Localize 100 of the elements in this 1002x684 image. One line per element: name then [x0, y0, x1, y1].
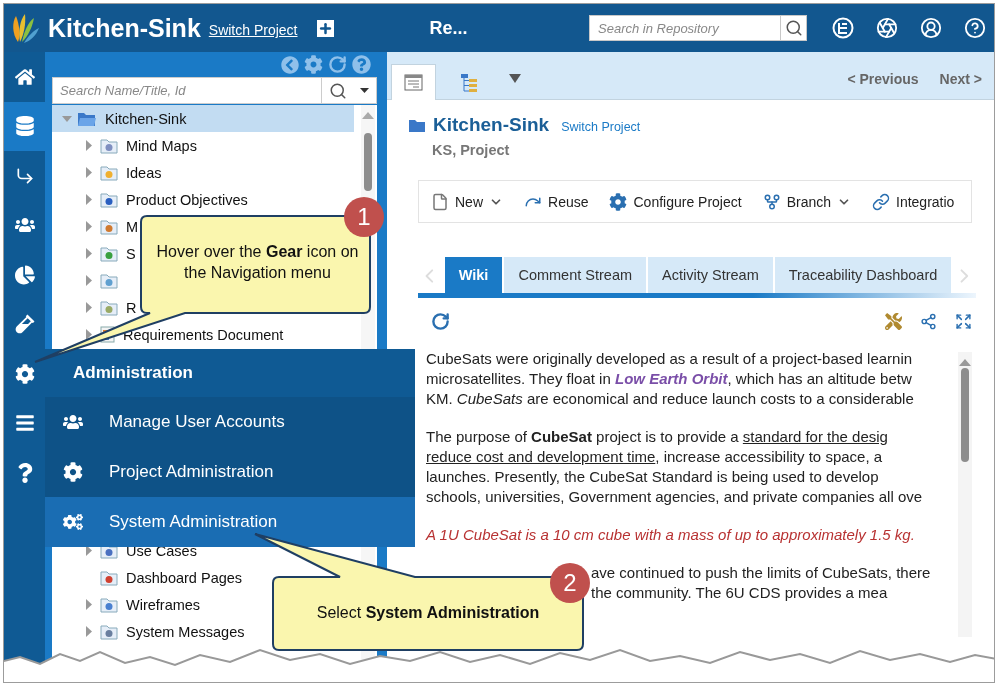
folder-icon — [100, 299, 118, 316]
folder-icon — [100, 191, 118, 208]
tree-item[interactable]: R — [52, 294, 140, 321]
tree-item[interactable]: Wireframes — [52, 591, 204, 618]
branch-icon — [762, 192, 781, 211]
tree-item[interactable]: Kitchen-Sink — [52, 105, 354, 132]
users-icon — [63, 412, 83, 432]
view-tab[interactable] — [391, 64, 436, 100]
project-title: Kitchen-Sink — [433, 114, 550, 136]
wiki-text: ave continued to push the limits of CubeSats, there — [591, 563, 931, 583]
tree-item[interactable]: S — [52, 240, 139, 267]
home-icon — [14, 66, 35, 87]
aperture-icon[interactable] — [876, 17, 898, 39]
folder-icon — [100, 623, 118, 640]
help-icon[interactable] — [964, 17, 986, 39]
wiki-text: schools, universities, Government agencies, and private companies all ove — [426, 487, 923, 507]
callout-text: Hover over the Gear icon on the Navigation menu — [155, 242, 360, 283]
folder-icon — [100, 218, 118, 235]
wiki-text: the community. The 6U CDS provides a mea — [591, 583, 888, 603]
tree-item-label: S — [126, 245, 136, 262]
tree-item[interactable]: System Messages — [52, 618, 248, 645]
tab[interactable]: Comment Stream — [504, 257, 647, 293]
hierarchy-icon[interactable] — [832, 17, 854, 39]
gears-icon — [63, 512, 83, 532]
refresh-icon[interactable] — [431, 312, 450, 331]
link-icon — [872, 192, 890, 211]
refresh-icon[interactable] — [328, 55, 347, 74]
menu-item[interactable]: System Administration — [45, 497, 415, 547]
scroll-up-icon[interactable] — [959, 358, 971, 366]
share-icon[interactable] — [920, 313, 937, 330]
wiki-text: The purpose of CubeSat project is to provide a standard for the desig — [426, 427, 888, 447]
tree-item[interactable]: Product Objectives — [52, 186, 251, 213]
folder-icon — [100, 569, 118, 586]
tree-item-label: Mind Maps — [126, 137, 197, 154]
toolbar-button[interactable]: Reuse — [524, 192, 589, 211]
scrollbar-thumb[interactable] — [364, 133, 372, 191]
toolbar-button[interactable]: Configure Project — [609, 192, 742, 211]
toolbar-button[interactable]: Integratio — [872, 192, 955, 211]
file-icon — [431, 192, 449, 211]
folder-icon — [100, 596, 118, 613]
collapse-icon[interactable] — [281, 55, 299, 74]
tab[interactable]: Activity Stream — [648, 257, 773, 293]
wiki-text: KM. CubeSats are economical and reduce launch costs to a considerable — [426, 389, 914, 409]
switch-project-link[interactable]: Switch Project — [561, 119, 641, 134]
tools-icon[interactable] — [885, 313, 902, 330]
callout-text: Select System Administration — [315, 603, 541, 623]
tree-item-label: Ideas — [126, 164, 162, 181]
tree-item[interactable]: Dashboard Pages — [52, 564, 246, 591]
previous-link[interactable]: < Previous — [847, 71, 919, 87]
folder-icon — [100, 164, 118, 181]
settings-icon — [14, 363, 35, 384]
dropdown-caret-icon[interactable] — [509, 74, 521, 83]
search-field[interactable]: Search in Repository — [589, 15, 807, 41]
scroll-up-icon[interactable] — [362, 111, 374, 119]
switch-project-link[interactable]: Switch Project — [208, 22, 298, 38]
test-tube-icon — [14, 314, 35, 335]
logo-icon — [10, 12, 40, 44]
expand-caret-icon[interactable] — [85, 545, 93, 556]
tree-item-label: R — [126, 299, 137, 316]
toolbar-button[interactable]: Branch — [762, 192, 851, 211]
pie-chart-icon — [14, 264, 35, 285]
menu-item[interactable]: Manage User Accounts — [45, 397, 415, 447]
menu-item[interactable]: Project Administration — [45, 447, 415, 497]
search-field[interactable]: Search Name/Title, Id — [52, 77, 377, 104]
gear-icon — [609, 192, 628, 211]
search-icon — [328, 81, 347, 100]
app-title: Kitchen-Sink — [48, 13, 201, 43]
tree-item-label: M — [126, 218, 139, 235]
scrollbar[interactable] — [958, 352, 972, 637]
database-icon — [14, 116, 35, 137]
folder-icon — [409, 118, 425, 132]
tree-item[interactable]: Mind Maps — [52, 132, 200, 159]
user-icon[interactable] — [920, 17, 942, 39]
wiki-text: launches. Presently, the CubeSat Standard is being used to develop — [426, 467, 879, 487]
wiki-text: reduce cost and development time, increase accessibility to space, a — [426, 447, 883, 467]
page-title: Re... — [429, 17, 468, 39]
project-subtitle: KS, Project — [432, 142, 511, 158]
tree-item-label: Product Objectives — [126, 191, 248, 208]
tab[interactable]: Traceability Dashboard — [774, 257, 952, 293]
tree-item-label: Wireframes — [126, 596, 201, 613]
folder-icon — [100, 245, 118, 262]
collapse-caret-icon[interactable] — [62, 114, 72, 123]
wiki-text: A 1U CubeSat is a 10 cm cube with a mass of up to approximately 1.5 kg. — [426, 525, 915, 545]
next-link[interactable]: Next > — [939, 71, 982, 87]
tree-item[interactable]: M — [52, 213, 142, 240]
tree-item-label: Dashboard Pages — [126, 569, 243, 586]
add-button[interactable] — [316, 19, 334, 37]
expand-caret-icon[interactable] — [85, 329, 93, 340]
settings-icon[interactable] — [304, 55, 323, 74]
document-view-icon — [404, 74, 423, 91]
caret-icon — [360, 87, 370, 94]
toolbar-button[interactable]: New — [431, 192, 503, 211]
wiki-text: CubeSats were originally developed as a result of a project-based learnin — [426, 349, 913, 369]
folder-icon — [77, 110, 97, 127]
fullscreen-icon[interactable] — [955, 313, 972, 330]
scrollbar-thumb[interactable] — [961, 368, 969, 462]
tree-item[interactable]: Ideas — [52, 159, 165, 186]
tab[interactable]: Wiki — [444, 257, 503, 293]
tree-view-icon — [459, 72, 478, 93]
tree-item-label: Requirements Document — [123, 326, 284, 343]
